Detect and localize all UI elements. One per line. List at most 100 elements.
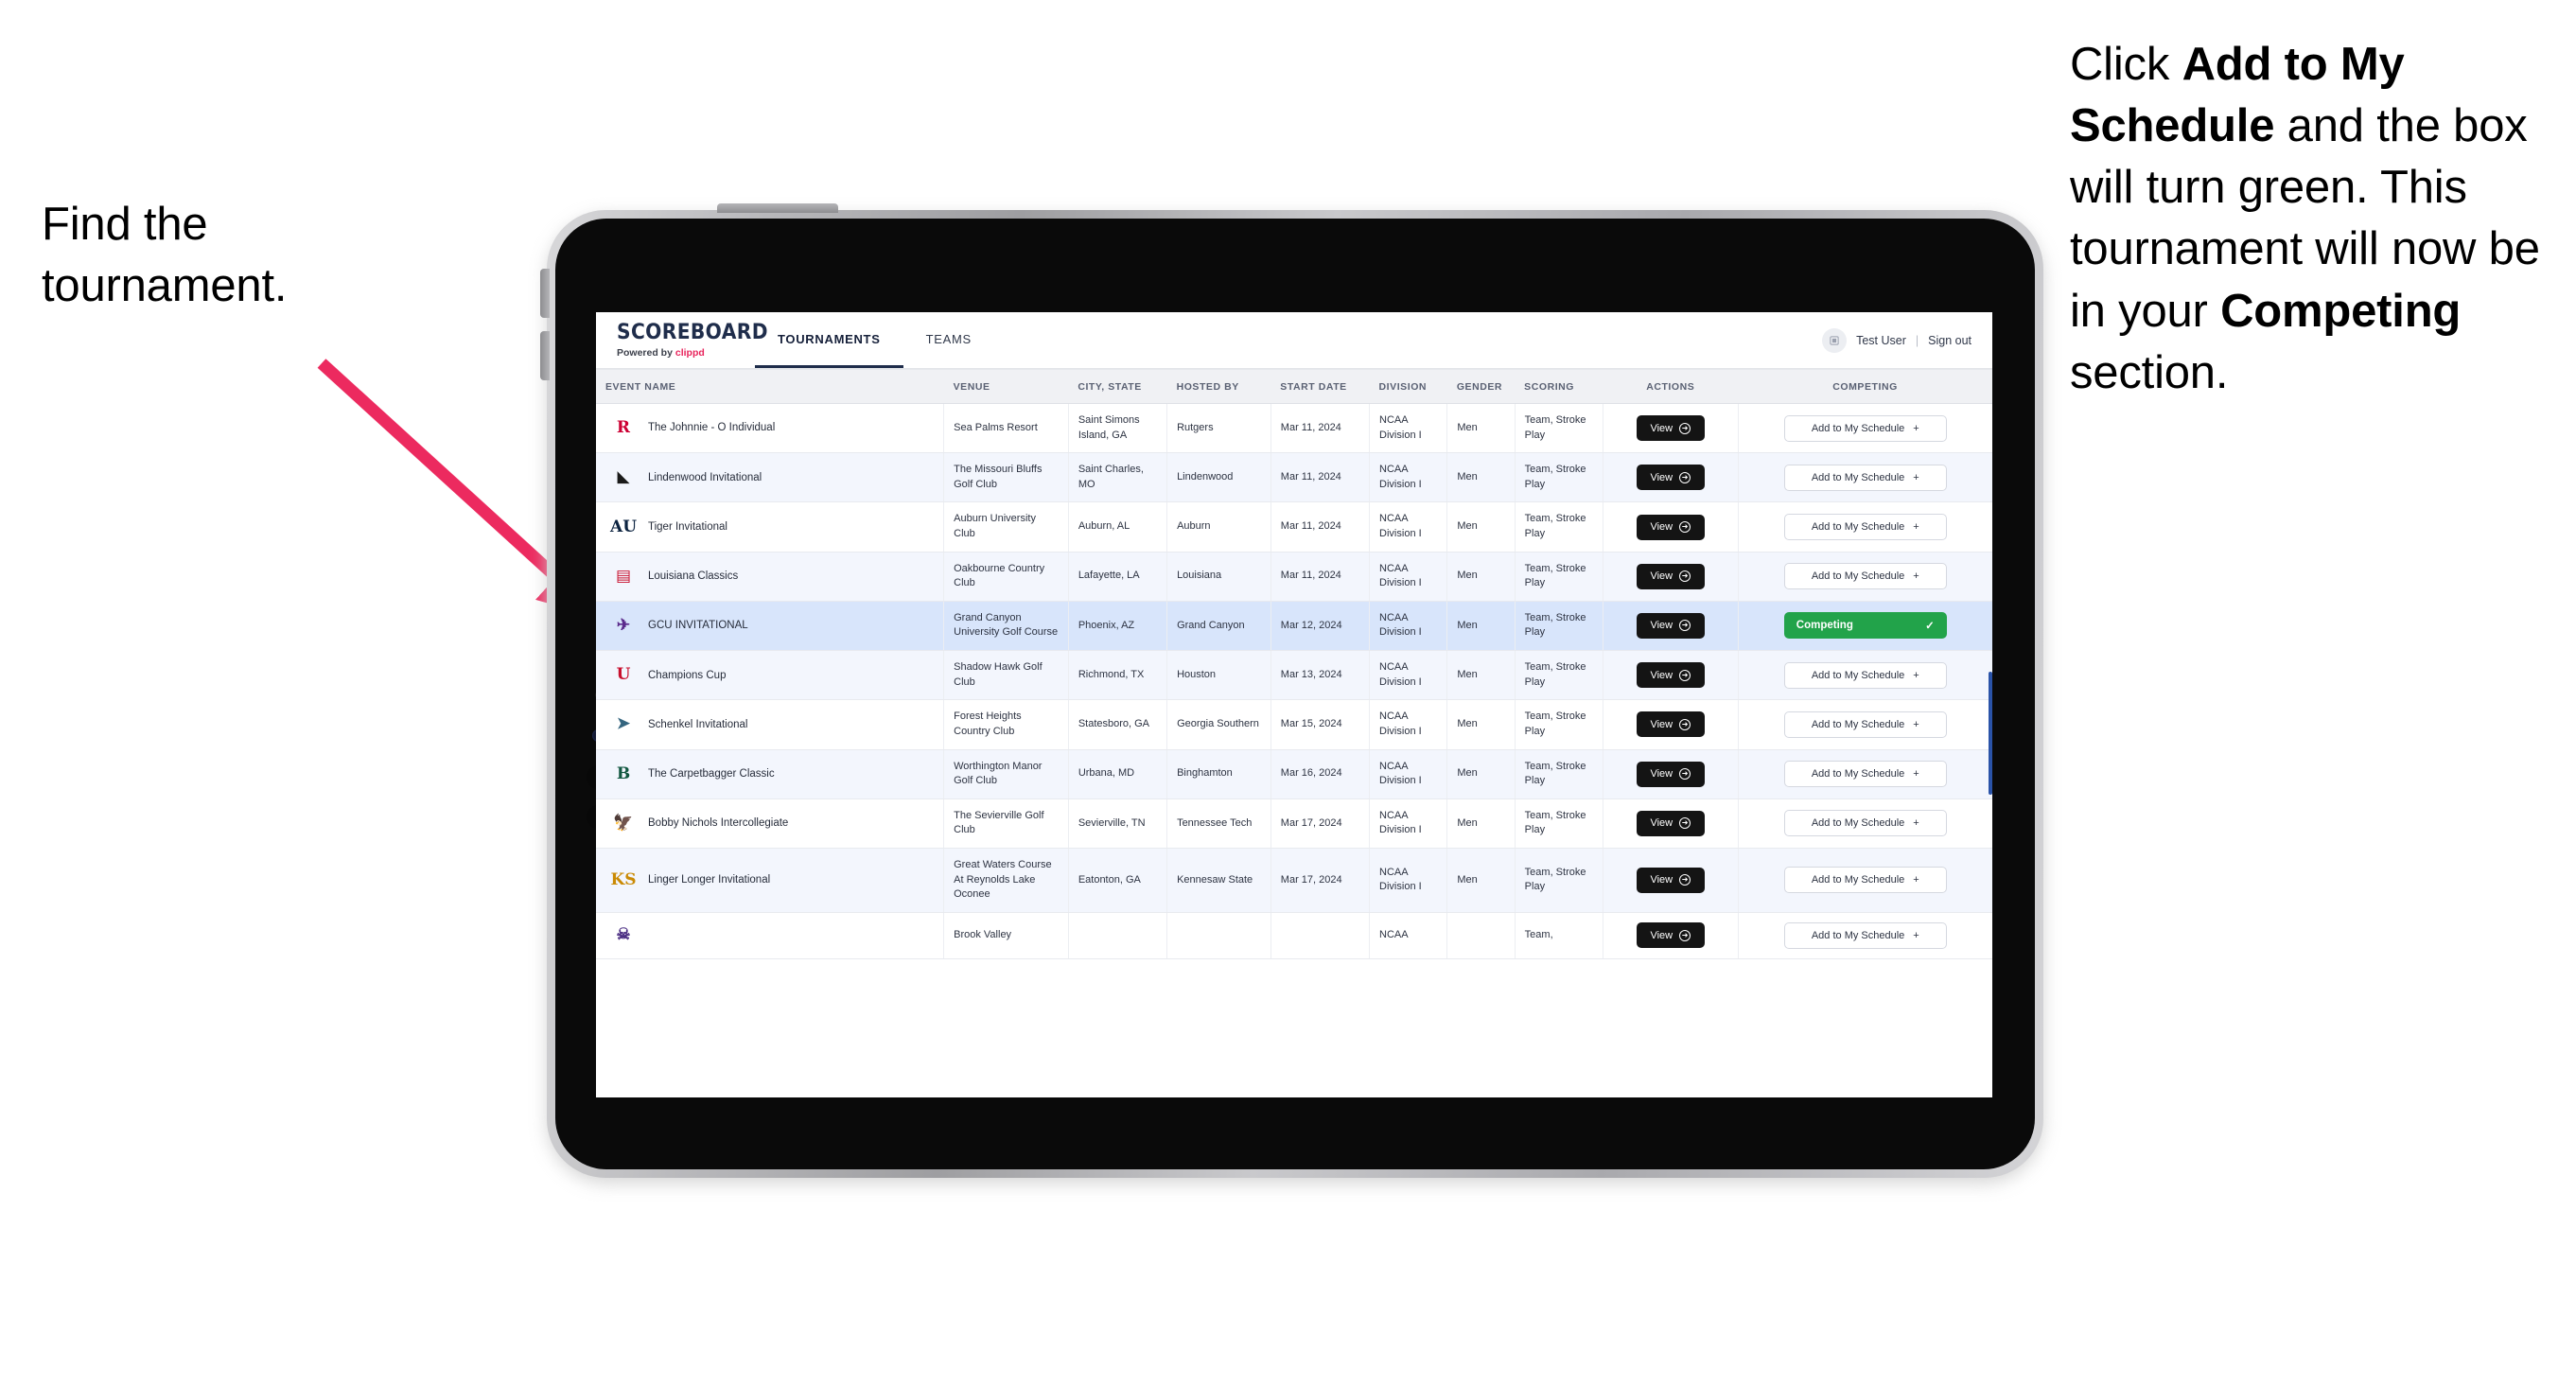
arrow-right-circle-icon: ➜: [1679, 471, 1691, 483]
arrow-right-circle-icon: ➜: [1679, 874, 1691, 886]
add-to-my-schedule-label: Add to My Schedule: [1811, 817, 1905, 830]
arrow-right-circle-icon: ➜: [1679, 718, 1691, 730]
cell-city-state: [1068, 912, 1168, 959]
page-scrollbar-thumb[interactable]: [1989, 672, 1992, 795]
tablet-volume-down-button[interactable]: [540, 331, 550, 380]
view-button[interactable]: View ➜: [1636, 662, 1705, 689]
cell-event-name: ◣ Lindenwood Invitational: [596, 452, 945, 503]
table-row[interactable]: U Champions Cup Shadow Hawk Golf Club Richm…: [596, 650, 1992, 701]
grand-canyon-lopes-logo: ✈: [616, 615, 631, 635]
tablet-volume-up-button[interactable]: [540, 269, 550, 318]
col-division[interactable]: DIVISION: [1369, 369, 1447, 404]
table-row[interactable]: ✈ GCU INVITATIONAL Grand Canyon University…: [596, 601, 1992, 652]
col-start-date[interactable]: START DATE: [1270, 369, 1370, 404]
table-row[interactable]: 🦅 Bobby Nichols Intercollegiate The Sevier…: [596, 798, 1992, 849]
plus-icon: +: [1913, 422, 1919, 434]
view-button-label: View: [1650, 874, 1674, 886]
add-to-my-schedule-button[interactable]: Add to My Schedule +: [1783, 661, 1947, 689]
tablet-power-button[interactable]: [717, 203, 838, 213]
view-button-label: View: [1650, 669, 1674, 681]
cell-actions: View ➜: [1603, 552, 1739, 602]
cell-gender: Men: [1446, 403, 1516, 454]
tournaments-table-container[interactable]: EVENT NAME VENUE CITY, STATE HOSTED BY S…: [596, 369, 1992, 1097]
arrow-right-circle-icon: ➜: [1679, 620, 1691, 632]
cell-start-date: [1270, 912, 1371, 959]
add-to-my-schedule-button[interactable]: Add to My Schedule +: [1783, 711, 1947, 738]
add-to-my-schedule-label: Add to My Schedule: [1811, 471, 1905, 483]
table-row[interactable]: ◣ Lindenwood Invitational The Missouri Blu…: [596, 452, 1992, 503]
tablet-device: SCOREBOARD Powered by clippd TOURNAMENTS…: [540, 203, 2043, 1184]
cell-competing: Add to My Schedule +: [1738, 912, 1992, 959]
table-row[interactable]: B The Carpetbagger Classic Worthington Man…: [596, 749, 1992, 799]
add-to-my-schedule-button[interactable]: Add to My Schedule +: [1783, 414, 1947, 442]
cell-start-date: Mar 11, 2024: [1270, 501, 1371, 553]
add-to-my-schedule-label: Add to My Schedule: [1811, 422, 1905, 434]
sign-out-link[interactable]: Sign out: [1928, 334, 1971, 347]
table-row[interactable]: AU Tiger Invitational Auburn University Cl…: [596, 501, 1992, 553]
competing-button[interactable]: Competing ✓: [1783, 612, 1947, 640]
view-button[interactable]: View ➜: [1636, 514, 1705, 540]
col-venue[interactable]: VENUE: [943, 369, 1069, 404]
brand-logo[interactable]: SCOREBOARD Powered by clippd: [596, 312, 768, 368]
tab-tournaments[interactable]: TOURNAMENTS: [755, 312, 903, 368]
view-button[interactable]: View ➜: [1636, 415, 1705, 442]
cell-division: NCAA Division I: [1369, 848, 1448, 913]
cell-scoring: Team, Stroke Play: [1515, 848, 1603, 913]
cell-city-state: Statesboro, GA: [1068, 699, 1168, 750]
view-button[interactable]: View ➜: [1636, 563, 1705, 589]
cell-gender: Men: [1446, 650, 1516, 701]
col-scoring[interactable]: SCORING: [1515, 369, 1603, 404]
view-button[interactable]: View ➜: [1636, 711, 1705, 738]
cell-gender: Men: [1446, 798, 1516, 849]
plus-icon: +: [1913, 817, 1919, 830]
add-to-my-schedule-button[interactable]: Add to My Schedule +: [1783, 464, 1947, 491]
add-to-my-schedule-button[interactable]: Add to My Schedule +: [1783, 921, 1947, 949]
tab-teams[interactable]: TEAMS: [903, 312, 994, 368]
view-button[interactable]: View ➜: [1636, 612, 1705, 639]
page-scrollbar[interactable]: [1989, 312, 1992, 1097]
add-to-my-schedule-button[interactable]: Add to My Schedule +: [1783, 563, 1947, 590]
kennesaw-state-owls-logo: KS: [610, 869, 637, 889]
user-avatar-icon[interactable]: [1822, 327, 1848, 353]
cell-division: NCAA Division I: [1369, 798, 1448, 849]
cell-start-date: Mar 15, 2024: [1270, 699, 1371, 750]
view-button[interactable]: View ➜: [1636, 867, 1705, 893]
cell-hosted-by: Auburn: [1166, 501, 1271, 553]
cell-scoring: Team, Stroke Play: [1515, 501, 1603, 553]
add-to-my-schedule-label: Add to My Schedule: [1811, 570, 1905, 583]
table-row[interactable]: ▤ Louisiana Classics Oakbourne Country Clu…: [596, 552, 1992, 602]
cell-gender: Men: [1446, 501, 1516, 553]
table-row[interactable]: ➤ Schenkel Invitational Forest Heights Cou…: [596, 699, 1992, 750]
add-to-my-schedule-button[interactable]: Add to My Schedule +: [1783, 810, 1947, 837]
view-button[interactable]: View ➜: [1636, 810, 1705, 836]
col-gender[interactable]: GENDER: [1446, 369, 1516, 404]
col-city-state[interactable]: CITY, STATE: [1068, 369, 1167, 404]
cell-scoring: Team, Stroke Play: [1515, 601, 1603, 652]
view-button-label: View: [1650, 521, 1674, 534]
cell-division: NCAA Division I: [1369, 601, 1448, 652]
col-hosted-by[interactable]: HOSTED BY: [1166, 369, 1271, 404]
add-to-my-schedule-button[interactable]: Add to My Schedule +: [1783, 867, 1947, 894]
col-event-name[interactable]: EVENT NAME: [596, 369, 944, 404]
cell-hosted-by: Tennessee Tech: [1166, 798, 1271, 849]
view-button[interactable]: View ➜: [1636, 761, 1705, 787]
table-row[interactable]: ☠ Brook Valley NCAA Team, View ➜ Add to My Sch…: [596, 912, 1992, 959]
view-button[interactable]: View ➜: [1636, 922, 1705, 949]
cell-start-date: Mar 11, 2024: [1270, 552, 1371, 602]
binghamton-bearcats-logo: B: [616, 763, 631, 783]
powered-brand: clippd: [675, 346, 705, 359]
table-row[interactable]: KS Linger Longer Invitational Great Waters…: [596, 848, 1992, 913]
cell-start-date: Mar 16, 2024: [1270, 749, 1371, 799]
add-to-my-schedule-button[interactable]: Add to My Schedule +: [1783, 514, 1947, 541]
cell-event-name: ☠: [596, 912, 945, 959]
add-to-my-schedule-button[interactable]: Add to My Schedule +: [1783, 761, 1947, 788]
cell-scoring: Team, Stroke Play: [1515, 403, 1603, 454]
cell-city-state: Richmond, TX: [1068, 650, 1168, 701]
cell-actions: View ➜: [1603, 699, 1739, 750]
cell-city-state: Phoenix, AZ: [1068, 601, 1168, 652]
cell-division: NCAA Division I: [1369, 749, 1448, 799]
view-button[interactable]: View ➜: [1636, 465, 1705, 491]
user-name: Test User: [1856, 333, 1906, 347]
col-competing: COMPETING: [1738, 369, 1992, 404]
table-row[interactable]: R The Johnnie - O Individual Sea Palms Res…: [596, 403, 1992, 454]
